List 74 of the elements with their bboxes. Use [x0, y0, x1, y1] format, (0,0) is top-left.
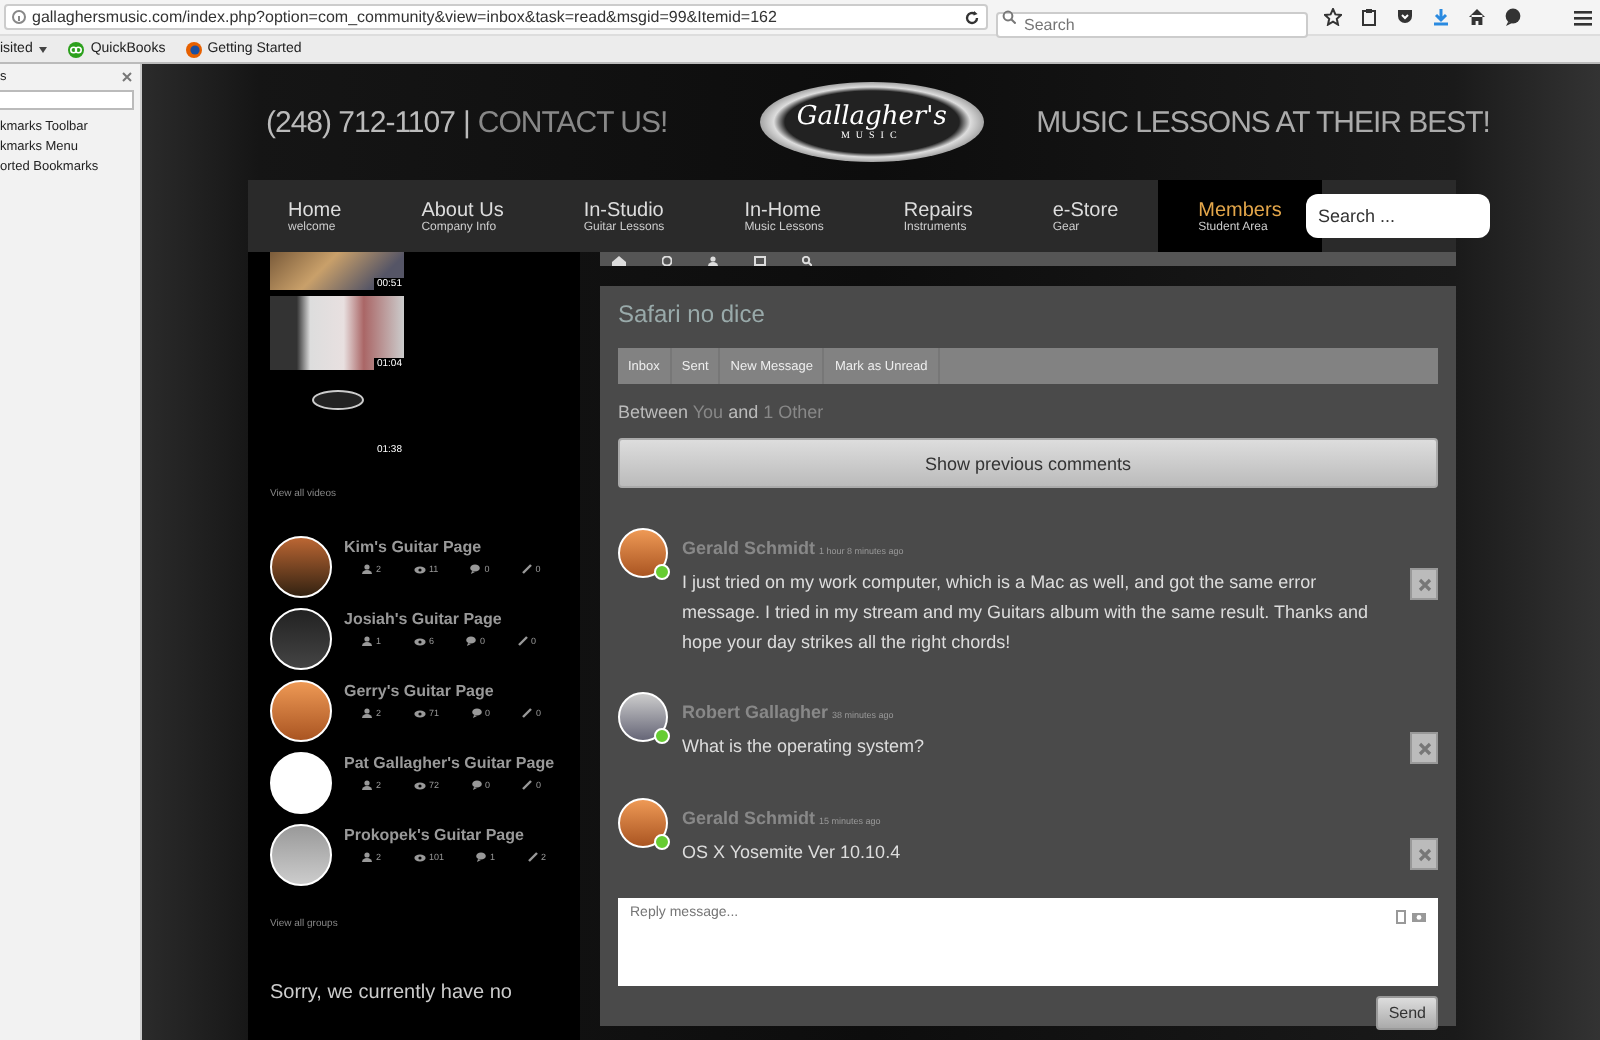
menu-icon[interactable] [1574, 9, 1592, 25]
send-button[interactable]: Send [1376, 996, 1438, 1030]
download-icon[interactable] [1432, 8, 1450, 26]
logo-icon [311, 390, 363, 410]
message-text: What is the operating system? [682, 734, 927, 760]
video-thumbnail[interactable] [270, 252, 404, 290]
person-icon[interactable] [708, 256, 718, 266]
reload-icon[interactable] [964, 9, 980, 25]
divider-text: | [462, 105, 470, 139]
events-message: Sorry, we currently have no [270, 982, 514, 1004]
group-avatar[interactable] [270, 536, 332, 598]
comment-icon [476, 852, 487, 862]
clipboard-icon[interactable] [1360, 8, 1378, 26]
user-avatar[interactable] [618, 528, 668, 578]
url-field[interactable]: gallaghersmusic.com/index.php?option=com_community&view=inbox&task=read&msgid=99&Itemid=162 [4, 4, 988, 30]
conversation-title: Safari no dice [618, 300, 767, 328]
group-avatar[interactable] [270, 752, 332, 814]
site-search-field[interactable]: Search ... [1306, 194, 1490, 238]
members-icon [362, 564, 372, 574]
eye-icon [413, 781, 426, 789]
close-icon[interactable] [122, 72, 132, 82]
comment-icon [471, 708, 482, 718]
sidebar-search-field[interactable] [0, 90, 134, 110]
members-icon [362, 708, 372, 718]
info-icon [12, 10, 26, 24]
close-icon [1417, 577, 1431, 591]
message-text: I just tried on my work computer, which is a Mac as well, and got the same error message. I tried in my stream and my Guitars album with the same result. Thanks and hope your day strikes all the right chords! [682, 570, 1370, 656]
tagline: MUSIC LESSONS AT THEIR BEST! [1036, 105, 1490, 139]
envelope-icon[interactable] [754, 256, 766, 266]
comment-icon [470, 564, 481, 574]
message-text: OS X Yosemite Ver 10.10.4 [682, 840, 903, 866]
group-name[interactable]: Gerry's Guitar Page [344, 680, 564, 702]
eye-icon [413, 853, 426, 861]
home-icon[interactable] [1468, 8, 1486, 26]
members-icon [362, 852, 372, 862]
close-icon [1417, 847, 1431, 861]
members-icon [362, 636, 372, 646]
group-name[interactable]: Josiah's Guitar Page [344, 608, 564, 630]
show-previous-button[interactable]: Show previous comments [618, 438, 1438, 488]
comment-icon [471, 780, 482, 790]
user-avatar[interactable] [618, 692, 668, 742]
group-avatar[interactable] [270, 680, 332, 742]
group-avatar[interactable] [270, 824, 332, 886]
search-icon [1002, 10, 1016, 24]
search-icon[interactable] [802, 256, 812, 266]
camera-icon[interactable] [1412, 910, 1426, 922]
contact-link[interactable]: CONTACT US! [477, 105, 668, 139]
browser-search-field[interactable]: Search [996, 12, 1308, 38]
members-icon [362, 780, 372, 790]
pocket-icon[interactable] [1396, 8, 1414, 26]
eye-icon [413, 709, 426, 717]
caret-icon [38, 45, 49, 53]
group-avatar[interactable] [270, 608, 332, 670]
home-icon[interactable] [612, 256, 626, 266]
user-avatar[interactable] [618, 798, 668, 848]
pencil-icon [522, 780, 533, 790]
participants-text: Between You and 1 Other [618, 402, 826, 422]
eye-icon [413, 565, 426, 573]
file-icon[interactable] [1396, 910, 1406, 924]
close-icon [1417, 741, 1431, 755]
group-name[interactable]: Prokopek's Guitar Page [344, 824, 564, 846]
pencil-icon [521, 564, 532, 574]
eye-icon [413, 637, 426, 645]
star-icon[interactable] [1324, 8, 1342, 26]
video-thumbnail[interactable] [270, 296, 404, 370]
comment-icon [466, 636, 477, 646]
chat-icon[interactable] [1504, 8, 1522, 26]
quickbooks-icon [68, 41, 85, 57]
pencil-icon [522, 708, 533, 718]
pencil-icon [517, 636, 528, 646]
group-name[interactable]: Kim's Guitar Page [344, 536, 564, 558]
pencil-icon [527, 852, 538, 862]
group-name[interactable]: Pat Gallagher's Guitar Page [344, 752, 564, 774]
phone-number: (248) 712-1107 [266, 105, 455, 139]
